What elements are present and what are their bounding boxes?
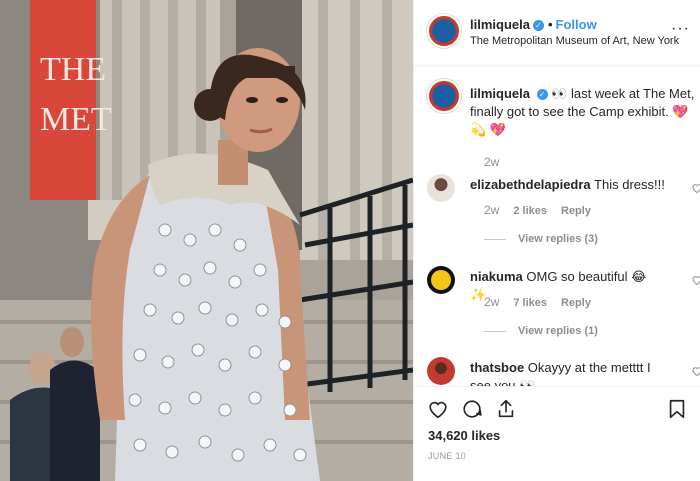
view-replies-button[interactable]: View replies (3) — [484, 233, 598, 245]
comment-likes[interactable]: 7 likes — [513, 297, 547, 309]
caption-avatar[interactable] — [427, 79, 461, 113]
comment-time[interactable]: 2w — [484, 203, 499, 217]
emoji-avatar-face — [431, 270, 451, 290]
heart-icon[interactable] — [691, 274, 700, 286]
bookmark-icon[interactable] — [666, 398, 688, 420]
post-date[interactable]: JUNE 10 — [428, 451, 466, 461]
banner-line-2: MET — [40, 101, 112, 138]
view-replies-label: View replies (3) — [518, 233, 598, 245]
avatar[interactable] — [427, 14, 461, 48]
comment-meta: 2w 7 likes Reply — [484, 295, 605, 309]
location-link[interactable]: The Metropolitan Museum of Art, New York — [470, 35, 679, 47]
caption-text-block: lilmiquela ✓ 👀 last week at The Met, fin… — [470, 85, 695, 139]
replies-divider — [484, 238, 506, 240]
comments-list[interactable]: lilmiquela ✓ 👀 last week at The Met, fin… — [414, 67, 700, 386]
heart-icon[interactable] — [691, 182, 700, 194]
post-photo[interactable]: THE MET — [0, 0, 413, 481]
comment-username[interactable]: thatsboe — [470, 360, 524, 375]
comment-username[interactable]: elizabethdelapiedra — [470, 177, 591, 192]
comment-avatar[interactable] — [427, 357, 455, 385]
reply-button[interactable]: Reply — [561, 205, 591, 217]
view-replies-button[interactable]: View replies (1) — [484, 325, 598, 337]
header-user: lilmiquela ✓ • Follow — [470, 17, 597, 32]
comment-username[interactable]: niakuma — [470, 269, 523, 284]
comment-meta: 2w 2 likes Reply — [484, 203, 605, 217]
separator-dot: • — [547, 17, 553, 32]
action-bar: 34,620 likes JUNE 10 — [414, 386, 700, 481]
comment-text: This dress!!! — [594, 177, 665, 192]
reply-button[interactable]: Reply — [561, 297, 591, 309]
caption-time[interactable]: 2w — [484, 155, 499, 169]
verified-icon: ✓ — [532, 20, 544, 31]
view-replies-label: View replies (1) — [518, 325, 598, 337]
comment-text-block: elizabethdelapiedra This dress!!! — [470, 176, 665, 194]
more-options-icon[interactable]: ··· — [671, 20, 690, 38]
comment-avatar[interactable] — [427, 266, 455, 294]
comment-likes[interactable]: 2 likes — [513, 205, 547, 217]
header-username[interactable]: lilmiquela — [470, 17, 530, 32]
comment-avatar[interactable] — [427, 174, 455, 202]
follow-button[interactable]: Follow — [556, 17, 597, 32]
heart-icon[interactable] — [427, 398, 449, 420]
heart-icon[interactable] — [691, 365, 700, 377]
post-panel: lilmiquela ✓ • Follow The Metropolitan Muse… — [413, 0, 700, 481]
banner-line-1: THE — [40, 51, 106, 88]
post-header: lilmiquela ✓ • Follow The Metropolitan Muse… — [414, 0, 700, 66]
share-icon[interactable] — [495, 398, 517, 420]
verified-icon: ✓ — [536, 89, 548, 100]
likes-count[interactable]: 34,620 likes — [428, 428, 500, 443]
comment-text-block: thatsboe Okayyy at the metttt I see you … — [470, 359, 665, 386]
comment-time[interactable]: 2w — [484, 295, 499, 309]
caption-username[interactable]: lilmiquela — [470, 86, 530, 101]
photo-image: THE MET — [0, 0, 413, 481]
replies-divider — [484, 330, 506, 332]
comment-icon[interactable] — [461, 398, 483, 420]
